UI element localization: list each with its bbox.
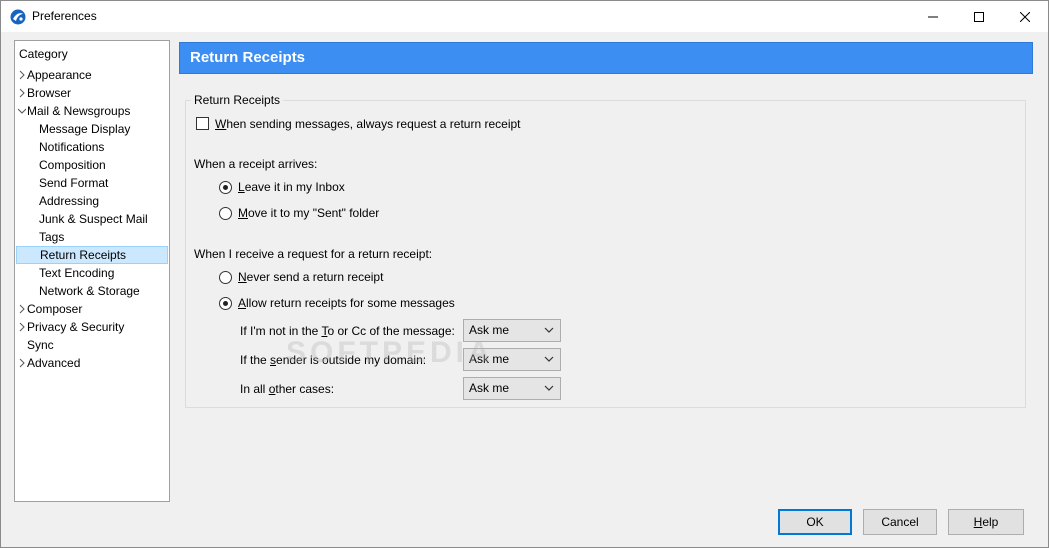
sidebar-item-label: Tags <box>39 230 65 244</box>
close-button[interactable] <box>1002 1 1048 32</box>
leave-inbox-label[interactable]: Leave it in my Inbox <box>238 180 345 194</box>
chevron-down-icon <box>544 385 554 391</box>
sidebar-item-sync[interactable]: Sync <box>15 336 169 354</box>
leave-inbox-radio[interactable] <box>219 181 232 194</box>
minimize-icon <box>928 16 938 17</box>
sidebar-item-label: Composition <box>39 158 106 172</box>
not-in-to-value: Ask me <box>469 323 510 337</box>
chevron-right-icon[interactable] <box>18 304 26 314</box>
category-header: Category <box>19 47 68 61</box>
chevron-right-icon[interactable] <box>18 358 26 368</box>
never-send-radio[interactable] <box>219 271 232 284</box>
maximize-button[interactable] <box>956 1 1002 32</box>
sidebar-item-label: Appearance <box>27 68 92 82</box>
sidebar-item-addressing[interactable]: Addressing <box>15 192 169 210</box>
maximize-icon <box>974 11 984 22</box>
move-sent-label[interactable]: Move it to my "Sent" folder <box>238 206 379 220</box>
sidebar-item-label: Browser <box>27 86 72 100</box>
cancel-button[interactable]: Cancel <box>863 509 937 535</box>
sidebar-item-appearance[interactable]: Appearance <box>15 66 169 84</box>
sidebar-item-composer[interactable]: Composer <box>15 300 169 318</box>
minimize-button[interactable] <box>910 1 956 32</box>
chevron-down-icon[interactable] <box>18 106 26 116</box>
allow-some-radio[interactable] <box>219 297 232 310</box>
sidebar-item-tags[interactable]: Tags <box>15 228 169 246</box>
sidebar-item-advanced[interactable]: Advanced <box>15 354 169 372</box>
other-cases-select[interactable]: Ask me <box>463 377 561 400</box>
always-request-checkbox[interactable] <box>196 117 209 130</box>
app-logo-icon <box>10 9 26 25</box>
sidebar-item-label: Mail & Newsgroups <box>27 104 131 118</box>
sidebar-item-privacy-security[interactable]: Privacy & Security <box>15 318 169 336</box>
preferences-window: Preferences Category Appearance Browser Ma… <box>0 0 1049 548</box>
always-request-label[interactable]: When sending messages, always request a … <box>215 117 521 131</box>
sidebar-item-label: Send Format <box>39 176 109 190</box>
sidebar-item-label: Text Encoding <box>39 266 115 280</box>
sidebar-item-label: Addressing <box>39 194 100 208</box>
sidebar-item-text-encoding[interactable]: Text Encoding <box>15 264 169 282</box>
sidebar-item-label: Composer <box>27 302 83 316</box>
sidebar-item-junk-suspect-mail[interactable]: Junk & Suspect Mail <box>15 210 169 228</box>
sidebar-item-label: Notifications <box>39 140 105 154</box>
request-label: When I receive a request for a return re… <box>194 247 433 261</box>
other-cases-label: In all other cases: <box>240 382 335 396</box>
sidebar-item-label: Network & Storage <box>39 284 140 298</box>
title-bar: Preferences <box>1 1 1048 32</box>
watermark: SOFTPEDIA <box>286 336 494 369</box>
sidebar-item-label: Junk & Suspect Mail <box>39 212 148 226</box>
help-button[interactable]: Help <box>948 509 1024 535</box>
sidebar-item-return-receipts[interactable]: Return Receipts <box>16 246 168 264</box>
chevron-right-icon[interactable] <box>18 88 26 98</box>
sidebar-item-composition[interactable]: Composition <box>15 156 169 174</box>
chevron-down-icon <box>544 356 554 362</box>
chevron-right-icon[interactable] <box>18 322 26 332</box>
chevron-down-icon <box>544 327 554 333</box>
never-send-label[interactable]: Never send a return receipt <box>238 270 383 284</box>
sidebar-item-label: Message Display <box>39 122 131 136</box>
allow-some-label[interactable]: Allow return receipts for some messages <box>238 296 455 310</box>
sidebar-item-label: Advanced <box>27 356 81 370</box>
sidebar-item-label: Return Receipts <box>40 248 127 262</box>
sidebar-item-network-storage[interactable]: Network & Storage <box>15 282 169 300</box>
chevron-right-icon[interactable] <box>18 70 26 80</box>
ok-button[interactable]: OK <box>778 509 852 535</box>
other-cases-value: Ask me <box>469 381 510 395</box>
window-title: Preferences <box>32 9 97 23</box>
sidebar-item-send-format[interactable]: Send Format <box>15 174 169 192</box>
sidebar-item-browser[interactable]: Browser <box>15 84 169 102</box>
close-icon <box>1020 11 1030 22</box>
move-sent-radio[interactable] <box>219 207 232 220</box>
group-title: Return Receipts <box>191 93 284 107</box>
category-tree[interactable]: Category Appearance Browser Mail & Newsgro… <box>14 40 170 502</box>
sidebar-item-notifications[interactable]: Notifications <box>15 138 169 156</box>
category-list: Appearance Browser Mail & Newsgroups Messag… <box>15 66 169 372</box>
page-title: Return Receipts <box>179 42 1033 74</box>
receipt-arrives-label: When a receipt arrives: <box>194 157 318 171</box>
sidebar-item-label: Sync <box>27 338 54 352</box>
sidebar-item-message-display[interactable]: Message Display <box>15 120 169 138</box>
sidebar-item-mail-newsgroups[interactable]: Mail & Newsgroups <box>15 102 169 120</box>
sidebar-item-label: Privacy & Security <box>27 320 125 334</box>
